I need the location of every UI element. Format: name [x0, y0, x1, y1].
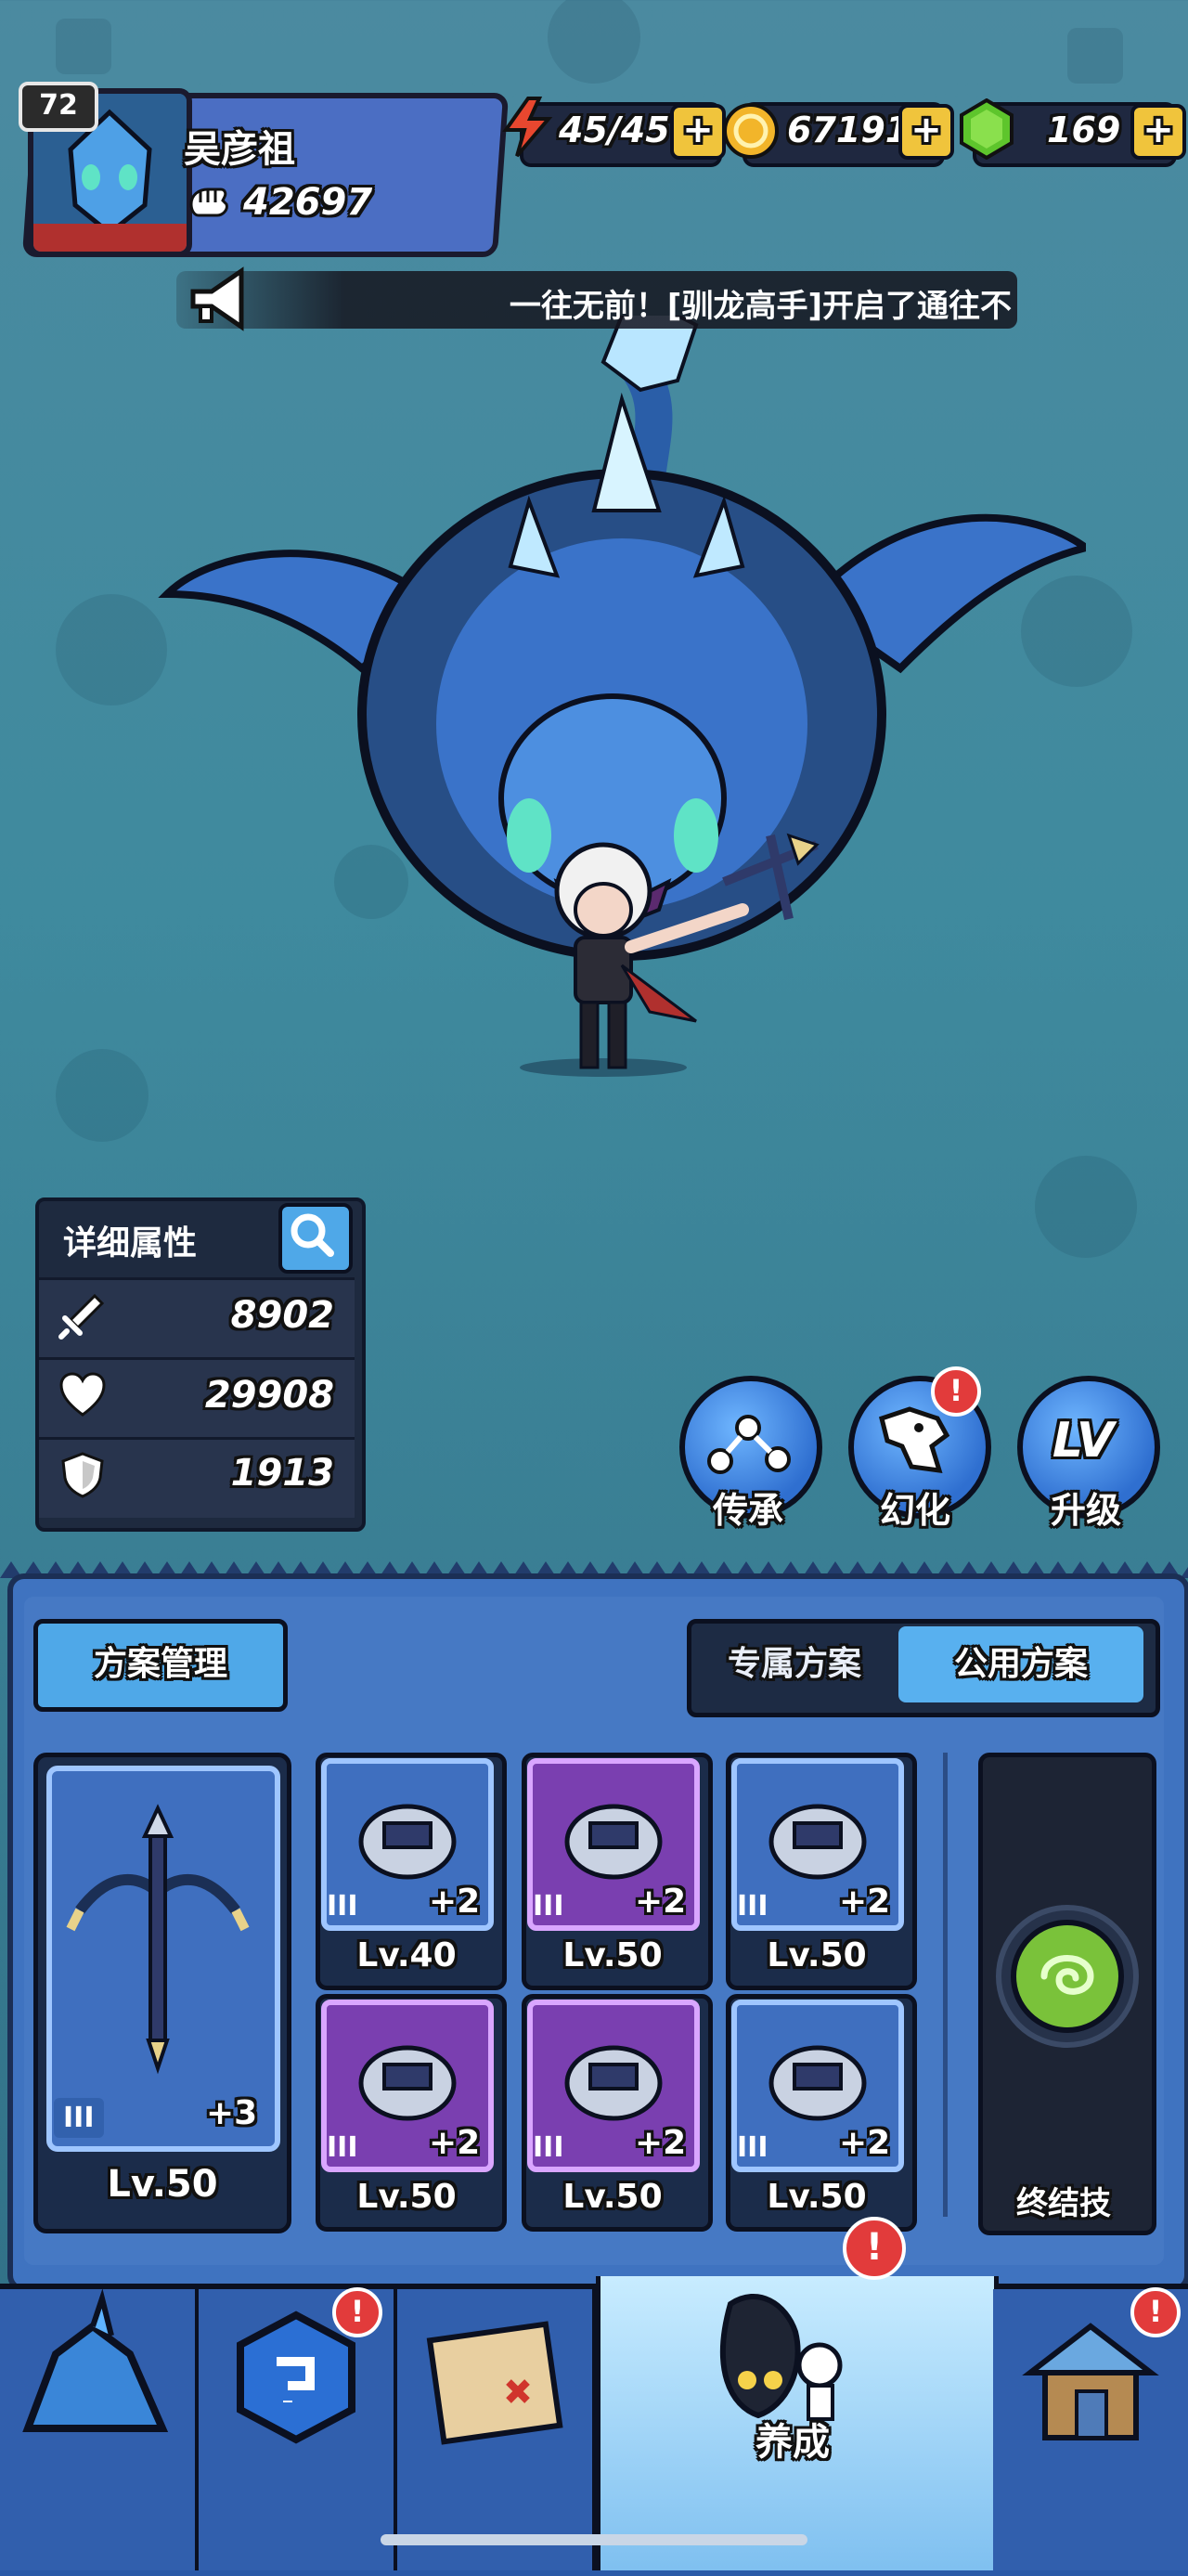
transform-alert-badge: ! [931, 1366, 981, 1417]
gold-plus-button[interactable]: + [898, 104, 954, 160]
attack-value: 8902 [230, 1294, 334, 1337]
equipment-slot-tier: III [533, 2131, 564, 2164]
stats-panel-title: 详细属性 [63, 1224, 198, 1262]
gold-value: 67191 [787, 110, 910, 150]
nav-training-label: 养成 [755, 2421, 830, 2464]
player-power-value: 42697 [243, 181, 373, 224]
announcement-bar[interactable]: 一往无前！[驯龙高手]开启了通往不 [176, 271, 1017, 329]
green-gem-icon [960, 98, 1014, 160]
equipment-slot-plus: +2 [635, 1883, 687, 1921]
energy-plus-button[interactable]: + [670, 104, 726, 160]
ultimate-skill-slot[interactable] [978, 1753, 1156, 2235]
equipment-slot-level: Lv.40 [356, 1936, 457, 1974]
nav-tab-map[interactable] [397, 2289, 597, 2570]
equipment-slot-tier: III [737, 2131, 768, 2164]
gem-value: 169 [1047, 110, 1121, 150]
player-level-badge: 72 [19, 82, 98, 132]
nav-training-alert-badge: ! [843, 2217, 906, 2280]
transform-label: 幻化 [879, 1490, 950, 1531]
nav-house-alert-badge: ! [1130, 2287, 1181, 2337]
level-up-icon: LV [1052, 1413, 1115, 1469]
magnifier-icon [291, 1213, 334, 1257]
equipment-slot-plus: +2 [429, 1883, 481, 1921]
scheme-manage-button[interactable]: 方案管理 [33, 1619, 288, 1712]
gold-coin-icon [723, 103, 779, 159]
treasure-map-icon [426, 2321, 563, 2445]
weapon-level: Lv.50 [107, 2163, 218, 2206]
announcement-text: 一往无前！[驯龙高手]开启了通往不 [509, 288, 1012, 325]
player-name: 吴彦祖 [184, 128, 295, 171]
sword-icon [58, 1293, 105, 1340]
nav-tab-hero[interactable] [0, 2288, 200, 2570]
fist-power-icon [189, 188, 228, 217]
nav-rune-alert-badge: ! [332, 2287, 382, 2337]
stats-detail-button[interactable] [278, 1203, 353, 1274]
crossbow-icon [66, 1804, 250, 2075]
equipment-slot-level: Lv.50 [562, 1936, 663, 1974]
equipment-slot-tier: III [737, 1890, 768, 1922]
ice-dragon-illustration [158, 316, 1086, 1077]
energy-value: 45/45 [559, 110, 670, 150]
equipment-slot-plus: +2 [635, 2124, 687, 2162]
weapon-tier: III [54, 2098, 104, 2138]
ultimate-skill-label: 终结技 [1016, 2185, 1111, 2222]
equipment-slot-level: Lv.50 [356, 2178, 457, 2216]
equipment-slot-level: Lv.50 [767, 2178, 867, 2216]
equipment-slot-plus: +2 [839, 2124, 891, 2162]
panel-divider [943, 1753, 948, 2217]
equipment-slot-tier: III [327, 2131, 358, 2164]
green-swirl-icon [996, 1905, 1139, 2048]
shield-icon [61, 1452, 104, 1498]
pet-characters-icon [720, 2293, 843, 2421]
health-value: 29908 [204, 1374, 334, 1417]
tab-exclusive-scheme[interactable]: 专属方案 [696, 1626, 893, 1702]
equipment-slot-plus: +2 [429, 2124, 481, 2162]
equipment-slot-tier: III [327, 1890, 358, 1922]
inherit-label: 传承 [712, 1490, 783, 1531]
equipment-slot-plus: +2 [839, 1883, 891, 1921]
spiked-helmet-icon [22, 2288, 169, 2432]
weapon-plus: +3 [206, 2094, 258, 2132]
equipment-slot-tier: III [533, 1890, 564, 1922]
equipment-slot-level: Lv.50 [767, 1936, 867, 1974]
upgrade-label: 升级 [1050, 1490, 1121, 1531]
gem-plus-button[interactable]: + [1130, 104, 1186, 160]
home-indicator [381, 2534, 807, 2545]
tab-public-scheme[interactable]: 公用方案 [898, 1626, 1143, 1702]
jagged-divider [0, 1561, 1188, 1578]
lightning-icon [502, 97, 553, 158]
megaphone-icon [190, 266, 244, 331]
equipment-slot-level: Lv.50 [562, 2178, 663, 2216]
defense-value: 1913 [230, 1452, 334, 1495]
heart-icon [59, 1372, 106, 1417]
